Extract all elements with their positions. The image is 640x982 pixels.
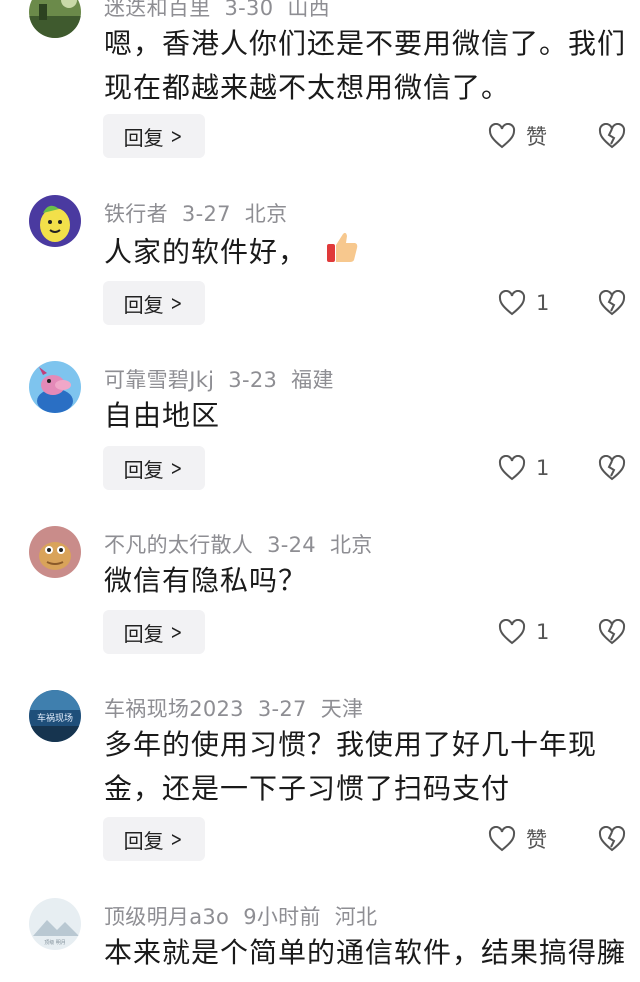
comment-meta: 迷迭和百里 3-30 山西 — [104, 0, 330, 22]
comment-date: 9小时前 — [243, 905, 321, 929]
like-button[interactable]: 1 — [498, 610, 549, 654]
like-count: 1 — [536, 456, 550, 480]
broken-heart-icon — [598, 618, 626, 645]
like-button[interactable]: 赞 — [488, 817, 547, 861]
like-button[interactable]: 赞 — [488, 114, 547, 158]
comment-location: 北京 — [244, 202, 288, 226]
heart-outline-icon — [498, 455, 526, 481]
comment-date: 3-27 — [257, 697, 307, 721]
like-button[interactable]: 1 — [498, 281, 549, 325]
like-button[interactable]: 1 — [498, 446, 549, 490]
comment-location: 天津 — [320, 697, 364, 721]
avatar[interactable]: 顶级 明月 — [29, 898, 81, 950]
dislike-button[interactable] — [598, 289, 626, 316]
comment-date: 3-27 — [181, 202, 231, 226]
chevron-right-icon: > — [170, 827, 182, 851]
broken-heart-icon — [598, 825, 626, 852]
comment-text: 自由地区 — [104, 399, 221, 432]
avatar[interactable] — [29, 195, 81, 247]
comment-location: 山西 — [287, 0, 330, 20]
reply-label: 回复 — [123, 621, 164, 646]
comment-username[interactable]: 可靠雪碧Jkj — [104, 368, 214, 392]
avatar[interactable]: 车祸现场 — [29, 690, 81, 742]
heart-outline-icon — [498, 619, 526, 645]
reply-button[interactable]: 回复 > — [103, 610, 205, 654]
comment-date: 3-24 — [267, 533, 316, 557]
comment-text: 人家的软件好， — [104, 228, 634, 279]
reply-label: 回复 — [123, 457, 164, 482]
comment-meta: 铁行者 3-27 北京 — [104, 198, 287, 228]
broken-heart-icon — [598, 122, 626, 149]
comment-text: 多年的使用习惯？我使用了好几十年现金，还是一下子习惯了扫码支付 — [104, 728, 598, 805]
reply-label: 回复 — [123, 125, 164, 150]
comment-location: 河北 — [334, 905, 378, 929]
broken-heart-icon — [598, 454, 626, 481]
reply-button[interactable]: 回复 > — [103, 446, 205, 490]
chevron-right-icon: > — [170, 291, 182, 315]
like-label: 赞 — [526, 828, 547, 852]
comment-username[interactable]: 迷迭和百里 — [104, 0, 211, 20]
comment-location: 北京 — [329, 533, 373, 557]
avatar[interactable] — [29, 361, 81, 413]
heart-outline-icon — [488, 123, 516, 149]
dislike-button[interactable] — [598, 618, 626, 645]
reply-label: 回复 — [123, 828, 164, 853]
comment-meta: 可靠雪碧Jkj 3-23 福建 — [104, 364, 334, 394]
avatar[interactable] — [29, 0, 81, 38]
like-count: 1 — [536, 291, 550, 315]
comment-text: 本来就是个简单的通信软件，结果搞得臃 — [104, 936, 627, 969]
comment-meta: 顶级明月a3o 9小时前 河北 — [104, 901, 377, 931]
reply-label: 回复 — [123, 292, 164, 317]
reply-button[interactable]: 回复 > — [103, 281, 205, 325]
comment-username[interactable]: 车祸现场2023 — [104, 697, 244, 721]
comment-date: 3-30 — [224, 0, 274, 20]
avatar-caption: 顶级 明月 — [44, 939, 66, 946]
comment-date: 3-23 — [228, 368, 278, 392]
heart-outline-icon — [498, 290, 526, 316]
comment-location: 福建 — [291, 368, 334, 392]
like-count: 1 — [536, 620, 550, 644]
avatar[interactable] — [29, 526, 81, 578]
dislike-button[interactable] — [598, 454, 626, 481]
comment-username[interactable]: 铁行者 — [104, 202, 168, 226]
comment-meta: 车祸现场2023 3-27 天津 — [104, 693, 363, 723]
comment-username[interactable]: 顶级明月a3o — [104, 905, 229, 929]
chevron-right-icon: > — [170, 124, 182, 148]
comment-text: 微信有隐私吗？ — [104, 564, 308, 597]
reply-button[interactable]: 回复 > — [103, 817, 205, 861]
dislike-button[interactable] — [598, 122, 626, 149]
thumbs-up-icon — [323, 228, 361, 279]
comment-text: 嗯，香港人你们还是不要用微信了。我们现在都越来越不太想用微信了。 — [104, 27, 627, 104]
like-label: 赞 — [526, 125, 547, 149]
heart-outline-icon — [488, 826, 516, 852]
dislike-button[interactable] — [598, 825, 626, 852]
chevron-right-icon: > — [170, 456, 182, 480]
avatar-caption: 车祸现场 — [37, 712, 73, 724]
broken-heart-icon — [598, 289, 626, 316]
chevron-right-icon: > — [170, 620, 182, 644]
comment-username[interactable]: 不凡的太行散人 — [104, 533, 253, 557]
reply-button[interactable]: 回复 > — [103, 114, 205, 158]
comment-meta: 不凡的太行散人 3-24 北京 — [104, 529, 373, 559]
